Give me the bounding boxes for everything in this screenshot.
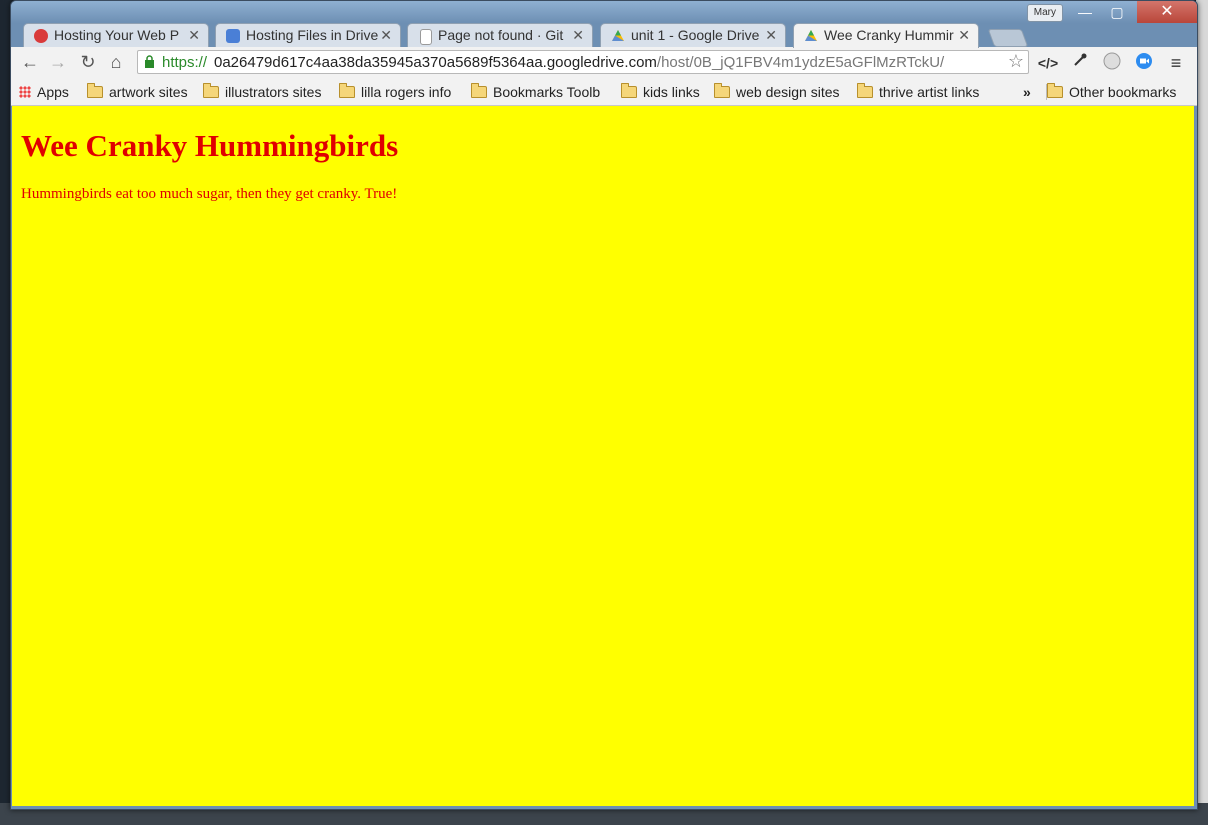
folder-icon — [857, 83, 873, 98]
new-tab-button[interactable] — [987, 29, 1029, 47]
profile-button[interactable]: Mary — [1026, 4, 1063, 22]
bookmark-label: thrive artist links — [879, 84, 980, 100]
bookmark-folder[interactable]: web design sites — [714, 82, 840, 102]
menu-icon[interactable]: ≡ — [1165, 52, 1187, 74]
apps-grid-icon — [19, 86, 31, 98]
folder-icon — [471, 83, 487, 98]
forward-arrow-icon[interactable]: → — [47, 51, 69, 73]
drive-icon — [611, 29, 625, 43]
url-scheme: https:// — [162, 54, 208, 71]
bookmark-label: illustrators sites — [225, 84, 322, 100]
bookmark-label: Apps — [37, 84, 69, 100]
tab-hosting-web-page[interactable]: Hosting Your Web P ✕ — [23, 23, 209, 47]
bookmark-label: Other bookmarks — [1069, 84, 1177, 100]
browser-toolbar: ← → ↻ ⌂ https:// 0a26479d617c4aa38da3594… — [11, 47, 1197, 79]
bookmark-label: kids links — [643, 84, 700, 100]
drive-icon — [804, 29, 818, 43]
bookmark-apps[interactable]: Apps — [19, 82, 69, 102]
code-view-icon[interactable]: </> — [1037, 52, 1059, 74]
tab-unit-1-drive[interactable]: unit 1 - Google Drive ✕ — [600, 23, 786, 47]
url-text: 0a26479d617c4aa38da35945a370a5689f5364aa… — [214, 54, 944, 71]
bookmarks-overflow-button[interactable]: » — [1023, 82, 1031, 102]
close-tab-icon[interactable]: ✕ — [958, 27, 970, 44]
url-host: 0a26479d617c4aa38da35945a370a5689f5364aa… — [214, 54, 657, 71]
page-icon — [420, 29, 432, 45]
bookmark-folder[interactable]: Bookmarks Toolb — [471, 82, 609, 102]
close-window-button[interactable]: ✕ — [1137, 1, 1197, 23]
url-path: /host/0B_jQ1FBV4m1ydzE5aGFlMzRTckU/ — [656, 54, 945, 71]
bookmark-label: lilla rogers info — [361, 84, 452, 100]
window-titlebar: Mary — ▢ ✕ — [11, 1, 1197, 23]
ga-icon — [34, 29, 48, 43]
folder-icon — [714, 83, 730, 98]
lock-icon — [145, 55, 154, 68]
eyedropper-icon[interactable] — [1069, 52, 1091, 74]
page-paragraph: Hummingbirds eat too much sugar, then th… — [21, 186, 398, 202]
folder-icon — [203, 83, 219, 98]
bookmark-label: Bookmarks Toolb — [493, 84, 601, 100]
folder-icon — [339, 83, 355, 98]
back-arrow-icon[interactable]: ← — [19, 51, 41, 73]
tab-page-not-found[interactable]: Page not found · Git ✕ — [407, 23, 593, 47]
close-tab-icon[interactable]: ✕ — [380, 27, 392, 44]
tab-title: unit 1 - Google Drive — [631, 27, 760, 43]
home-icon[interactable]: ⌂ — [105, 51, 127, 73]
tab-wee-cranky-hummingbirds[interactable]: Wee Cranky Hummir ✕ — [793, 23, 979, 48]
tab-hosting-files-drive[interactable]: Hosting Files in Drive ✕ — [215, 23, 401, 47]
folder-icon — [621, 83, 637, 98]
page-heading: Wee Cranky Hummingbirds — [21, 128, 399, 163]
close-tab-icon[interactable]: ✕ — [765, 27, 777, 44]
tab-title: Page not found · Git — [438, 27, 564, 43]
close-tab-icon[interactable]: ✕ — [572, 27, 584, 44]
tab-title: Hosting Files in Drive — [246, 27, 379, 43]
tab-strip: Hosting Your Web P ✕ Hosting Files in Dr… — [11, 21, 1197, 48]
bookmark-folder[interactable]: illustrators sites — [203, 82, 321, 102]
tab-title: Hosting Your Web P — [54, 27, 180, 43]
minimize-button[interactable]: — — [1069, 1, 1101, 23]
other-bookmarks-folder[interactable]: Other bookmarks — [1047, 82, 1176, 102]
bookmarks-bar: Apps artwork sites illustrators sites li… — [11, 79, 1197, 106]
address-bar[interactable]: https:// 0a26479d617c4aa38da35945a370a56… — [137, 50, 1029, 74]
video-extension-icon[interactable] — [1133, 52, 1155, 74]
close-tab-icon[interactable]: ✕ — [188, 27, 200, 44]
www-extension-icon[interactable] — [1101, 52, 1123, 74]
folder-icon — [87, 83, 103, 98]
folder-icon — [1047, 83, 1063, 98]
bookmark-folder[interactable]: kids links — [621, 82, 700, 102]
bookmark-folder[interactable]: artwork sites — [87, 82, 188, 102]
bookmark-folder[interactable]: thrive artist links — [857, 82, 979, 102]
docs-icon — [226, 29, 240, 43]
tab-title: Wee Cranky Hummir — [824, 27, 954, 43]
bookmark-star-icon[interactable]: ☆ — [1008, 51, 1024, 72]
web-page-content: Wee Cranky Hummingbirds Hummingbirds eat… — [12, 106, 1194, 806]
reload-icon[interactable]: ↻ — [77, 51, 99, 73]
browser-window: Mary — ▢ ✕ Hosting Your Web P ✕ Hosting … — [10, 0, 1198, 810]
bookmark-label: artwork sites — [109, 84, 188, 100]
maximize-button[interactable]: ▢ — [1101, 1, 1133, 23]
bookmark-folder[interactable]: lilla rogers info — [339, 82, 451, 102]
bookmark-label: web design sites — [736, 84, 840, 100]
